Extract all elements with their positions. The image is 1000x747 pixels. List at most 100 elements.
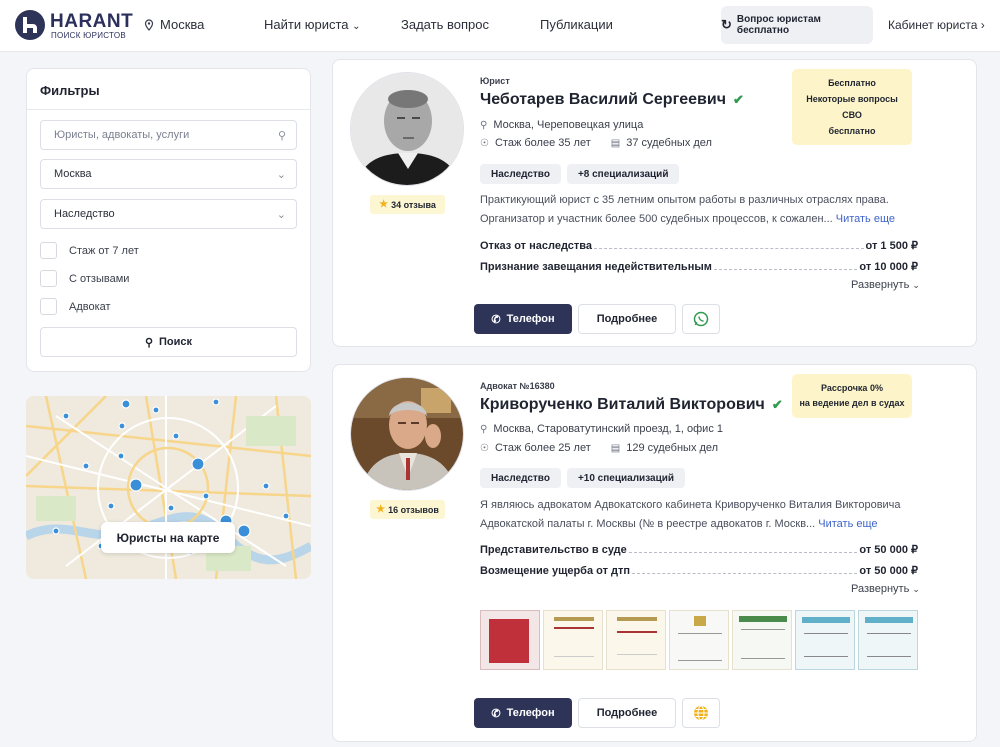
address-row: ⚲ Москва, Староватутинский проезд, 1, офи… — [480, 423, 723, 435]
tag[interactable]: Наследство — [480, 164, 561, 184]
nav-find-lawyer[interactable]: Найти юриста ⌄ — [264, 17, 361, 32]
checkbox-label: С отзывами — [69, 272, 130, 285]
free-question-button[interactable]: ↻ Вопрос юристам бесплатно — [721, 6, 873, 44]
certificate-thumbnail[interactable] — [543, 610, 603, 670]
certificate-thumbnail[interactable] — [480, 610, 540, 670]
expand-link[interactable]: Развернуть ⌄ — [851, 583, 920, 595]
city-selector[interactable]: Москва — [144, 17, 204, 32]
service-name: Признание завещания недействительным — [480, 261, 712, 273]
search-icon: ⚲ — [277, 130, 286, 142]
checkbox-label: Стаж от 7 лет — [69, 244, 139, 257]
promo-line: Некоторые вопросы СВО — [806, 94, 898, 120]
phone-icon: ✆ — [491, 707, 501, 720]
whatsapp-button[interactable] — [682, 304, 720, 334]
website-button[interactable] — [682, 698, 720, 728]
avatar[interactable] — [350, 377, 464, 491]
details-button[interactable]: Подробнее — [578, 304, 676, 334]
checkbox[interactable] — [40, 242, 57, 259]
verified-check-icon: ✔ — [733, 92, 744, 107]
experience: Стаж более 35 лет — [494, 137, 591, 149]
site-header: HARANT ПОИСК ЮРИСТОВ Москва Найти юриста… — [0, 0, 1000, 52]
location-pin-icon: ⚲ — [480, 119, 488, 131]
city-select-value: Москва — [54, 168, 92, 180]
checkbox[interactable] — [40, 270, 57, 287]
service-name: Представительство в суде — [480, 544, 627, 556]
lawyer-name[interactable]: Чеботарев Василий Сергеевич ✔ — [480, 91, 744, 109]
phone-icon: ✆ — [491, 313, 501, 326]
map-button[interactable]: Юристы на карте — [101, 522, 235, 553]
search-button[interactable]: ⚲ Поиск — [40, 327, 297, 357]
lawyer-kind: Адвокат №16380 — [480, 381, 555, 391]
avatar[interactable] — [350, 72, 464, 186]
category-select[interactable]: Наследство ⌄ — [40, 199, 297, 229]
service-price: от 50 000 ₽ — [859, 544, 918, 556]
checkbox[interactable] — [40, 298, 57, 315]
cases: 37 судебных дел — [626, 137, 712, 149]
tag[interactable]: Наследство — [480, 468, 561, 488]
certificate-thumbnail[interactable] — [795, 610, 855, 670]
service-price: от 1 500 ₽ — [865, 240, 918, 252]
expand-link[interactable]: Развернуть ⌄ — [851, 279, 920, 291]
address: Москва, Череповецкая улица — [493, 119, 644, 131]
lawyer-name-label: Чеботарев Василий Сергеевич — [480, 91, 726, 108]
specialization-tags: Наследство +8 специализаций — [480, 164, 680, 184]
search-input[interactable]: Юристы, адвокаты, услуги ⚲ — [40, 120, 297, 150]
logo-icon[interactable] — [14, 9, 46, 41]
category-select-value: Наследство — [54, 208, 115, 220]
certificate-thumbnail[interactable] — [858, 610, 918, 670]
certificate-thumbnail[interactable] — [606, 610, 666, 670]
checkbox-label: Адвокат — [69, 300, 111, 313]
phone-button[interactable]: ✆ Телефон — [474, 304, 572, 334]
service-name: Возмещение ущерба от дтп — [480, 565, 631, 577]
description-line: Практикующий юрист с 35 летним опытом ра… — [480, 194, 889, 206]
expand-label: Развернуть — [851, 583, 910, 595]
read-more-link[interactable]: Читать еще — [818, 518, 877, 530]
promo-line: Бесплатно — [828, 78, 876, 88]
phone-button-label: Телефон — [506, 707, 555, 719]
nav-ask-question[interactable]: Задать вопрос — [401, 17, 489, 32]
map-preview[interactable]: Юристы на карте — [26, 396, 311, 579]
cases: 129 судебных дел — [626, 442, 719, 454]
description-line: Адвокатской палаты г. Москвы (№ в реестр… — [480, 518, 816, 530]
address-row: ⚲ Москва, Череповецкая улица — [480, 119, 643, 131]
experience-row: ☉ Стаж более 25 лет ▤ 129 судебных дел — [480, 442, 718, 454]
cabinet-link[interactable]: Кабинет юриста › — [888, 18, 985, 32]
nav-publications[interactable]: Публикации — [540, 17, 613, 32]
phone-button-label: Телефон — [506, 313, 555, 325]
reviews-label: 16 отзывов — [388, 504, 439, 515]
phone-button[interactable]: ✆ Телефон — [474, 698, 572, 728]
chevron-down-icon: ⌄ — [912, 584, 920, 594]
award-icon: ☉ — [480, 137, 489, 149]
chevron-down-icon: ⌄ — [276, 209, 286, 221]
service-price: от 10 000 ₽ — [859, 261, 918, 273]
certificate-thumbnail[interactable] — [669, 610, 729, 670]
certificate-thumbnail[interactable] — [732, 610, 792, 670]
document-icon: ▤ — [610, 442, 621, 454]
city-select[interactable]: Москва ⌄ — [40, 159, 297, 189]
lawyer-card: ★ 34 отзыва Юрист Чеботарев Василий Серге… — [332, 59, 977, 347]
certificates-gallery — [480, 610, 918, 670]
document-icon: ▤ — [610, 137, 621, 149]
logo-title[interactable]: HARANT — [50, 11, 133, 33]
filters-panel: Фильтры Юристы, адвокаты, услуги ⚲ Москв… — [26, 68, 311, 372]
logo-subtitle: ПОИСК ЮРИСТОВ — [51, 31, 127, 40]
checkbox-advocate[interactable]: Адвокат — [40, 298, 111, 315]
read-more-link[interactable]: Читать еще — [836, 213, 895, 225]
city-label: Москва — [160, 17, 205, 32]
reviews-badge[interactable]: ★ 16 отзывов — [370, 500, 445, 519]
service-name: Отказ от наследства — [480, 240, 593, 252]
description: Я являюсь адвокатом Адвокатского кабинет… — [480, 496, 910, 534]
specialization-tags: Наследство +10 специализаций — [480, 468, 686, 488]
tag-more[interactable]: +8 специализаций — [566, 164, 680, 184]
verified-check-icon: ✔ — [771, 397, 783, 412]
tag-more[interactable]: +10 специализаций — [566, 468, 686, 488]
expand-label: Развернуть — [851, 279, 910, 291]
details-button[interactable]: Подробнее — [578, 698, 676, 728]
checkbox-reviews[interactable]: С отзывами — [40, 270, 129, 287]
lawyer-card: ★ 16 отзывов Адвокат №16380 Криворученко … — [332, 364, 977, 742]
reviews-badge[interactable]: ★ 34 отзыва — [370, 195, 445, 214]
lawyer-name[interactable]: Криворученко Виталий Викторович ✔ — [480, 396, 783, 414]
whatsapp-icon — [693, 311, 709, 327]
chevron-right-icon: › — [980, 18, 985, 32]
checkbox-experience[interactable]: Стаж от 7 лет — [40, 242, 139, 259]
